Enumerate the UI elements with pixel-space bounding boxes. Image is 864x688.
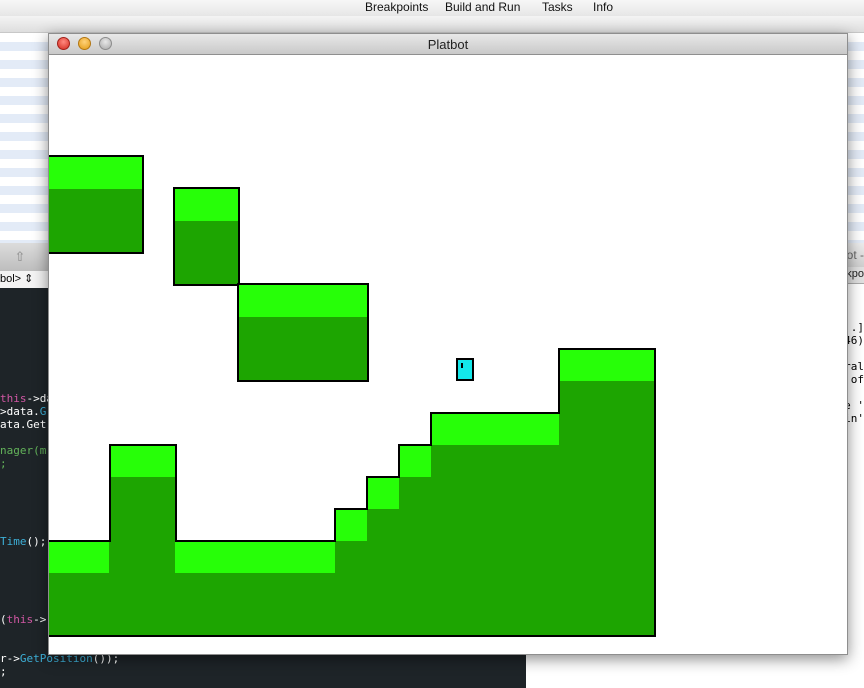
code-token: this — [6, 613, 34, 626]
console-line: .] — [850, 321, 864, 334]
code-line: Time(); — [0, 535, 46, 548]
code-token: ; — [0, 665, 7, 678]
menu-info[interactable]: Info — [593, 0, 613, 16]
symbol-popup[interactable]: bol> ⇕ — [0, 271, 48, 289]
code-token: >data. — [0, 405, 40, 418]
code-token: nager(m — [0, 444, 47, 457]
code-token: this — [0, 392, 27, 405]
menu-breakpoints[interactable]: Breakpoints — [365, 0, 428, 16]
ground-terrain — [49, 348, 656, 637]
code-token: ; — [0, 457, 7, 470]
popup-arrows-icon: ⇕ — [21, 273, 34, 285]
code-token: ( — [0, 613, 7, 626]
code-line: >data.G — [0, 405, 46, 418]
code-token: Time — [0, 535, 27, 548]
window-titlebar[interactable]: Platbot — [49, 34, 847, 55]
menu-build-and-run[interactable]: Build and Run — [445, 0, 520, 16]
game-canvas[interactable] — [49, 55, 847, 654]
up-arrow-icon[interactable]: ⇧ — [14, 250, 26, 264]
code-line: ata.Get — [0, 418, 46, 431]
platbot-window: Platbot — [48, 33, 848, 655]
robot-eye-icon — [461, 363, 463, 368]
console-line: of — [850, 373, 864, 386]
code-token: r-> — [0, 652, 20, 665]
code-line: this->da — [0, 392, 53, 405]
editor-nav-toolbar: ⇧ — [0, 243, 48, 272]
console-title: ot - — [846, 248, 864, 262]
code-line: ; — [0, 665, 7, 678]
code-line: (this-> — [0, 613, 46, 626]
robot-player — [456, 358, 474, 381]
code-token: ata.Get — [0, 418, 47, 431]
code-token: G — [39, 405, 47, 418]
code-line: ; — [0, 457, 7, 470]
menu-tasks[interactable]: Tasks — [542, 0, 573, 16]
code-line: nager(m — [0, 444, 46, 457]
window-title: Platbot — [427, 37, 469, 52]
symbol-popup-label: bol> — [0, 273, 22, 285]
console-tab[interactable]: kpo — [846, 268, 864, 280]
ground-fill — [49, 349, 655, 636]
background-editor-toolbar — [0, 16, 864, 33]
code-token: -> — [33, 613, 47, 626]
menu-bar: Breakpoints Build and Run Tasks Info — [0, 0, 864, 17]
code-token: (); — [26, 535, 47, 548]
